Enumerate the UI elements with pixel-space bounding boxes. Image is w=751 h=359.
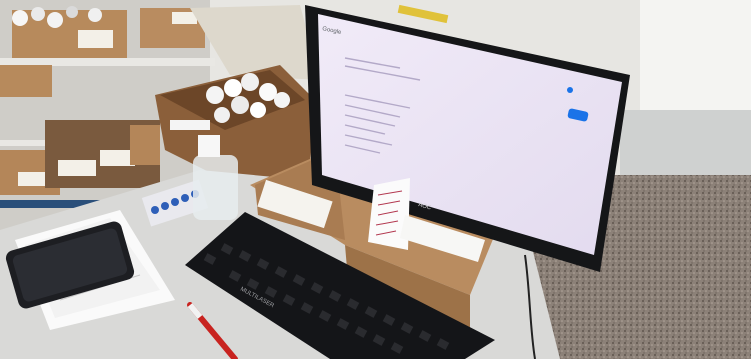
window-frame [620,110,751,185]
sticky-note [368,178,410,250]
photo-illustration: MULTILASER AOC Google [0,0,751,359]
photo-scene: MULTILASER AOC Google [0,0,751,359]
